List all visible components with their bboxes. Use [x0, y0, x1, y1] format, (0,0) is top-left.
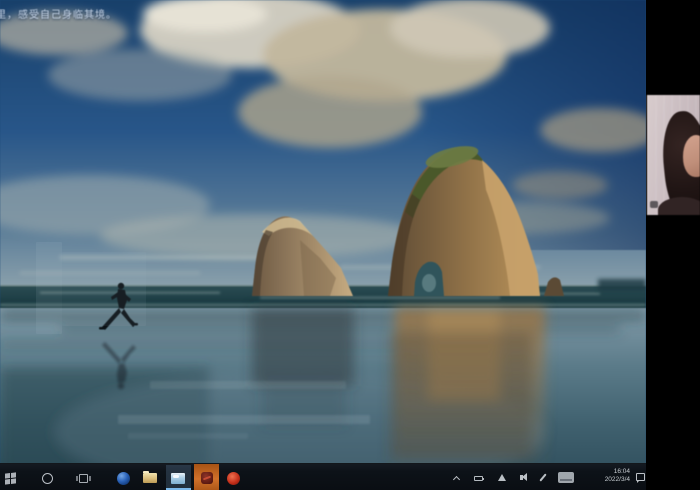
screen-capture: 里，感受自己身临其境。	[0, 0, 700, 490]
clock-time: 16:04	[590, 468, 630, 476]
mic-icon	[650, 201, 658, 208]
taskbar-photos-app[interactable]	[171, 471, 185, 485]
hidden-icons-chevron-icon[interactable]	[453, 476, 460, 483]
ghost-overlay	[62, 252, 146, 326]
taskbar: 16:04 2022/3/4	[0, 463, 646, 490]
network-icon[interactable]	[498, 474, 506, 481]
participant-face	[683, 135, 700, 177]
cortana-circle-icon	[42, 473, 53, 484]
shared-desktop: 里，感受自己身临其境。	[0, 0, 646, 490]
blue-app-icon	[117, 472, 130, 485]
ghost-overlay	[150, 381, 346, 389]
system-tray: 16:04 2022/3/4	[446, 464, 646, 490]
task-view-icon	[79, 474, 88, 483]
pen-icon[interactable]	[539, 473, 546, 481]
taskbar-media-app[interactable]	[226, 471, 240, 485]
participant-shoulder	[658, 197, 700, 215]
action-center-icon[interactable]	[636, 473, 645, 481]
taskbar-app-blue[interactable]	[116, 471, 130, 485]
battery-icon[interactable]	[474, 476, 483, 481]
ghost-overlay	[36, 242, 62, 334]
red-app-icon	[227, 472, 240, 485]
photo-thumbnail-icon	[171, 473, 185, 484]
maroon-app-icon	[201, 472, 213, 484]
task-view-button[interactable]	[76, 471, 90, 485]
volume-icon[interactable]	[520, 475, 523, 480]
windows-logo-icon	[5, 472, 16, 484]
start-button[interactable]	[3, 471, 17, 485]
ghost-overlay	[118, 415, 370, 424]
search-button[interactable]	[40, 471, 54, 485]
ghost-overlay	[128, 433, 248, 439]
taskbar-file-explorer[interactable]	[143, 471, 157, 485]
taskbar-clock[interactable]: 16:04 2022/3/4	[590, 468, 630, 484]
taskbar-meeting-app[interactable]	[200, 471, 214, 485]
spotlight-caption: 里，感受自己身临其境。	[0, 6, 176, 21]
folder-icon	[143, 473, 157, 483]
video-sidebar	[646, 0, 700, 490]
ime-keyboard-icon[interactable]	[558, 472, 574, 483]
clock-date: 2022/3/4	[590, 476, 630, 484]
participant-video-tile[interactable]	[647, 95, 700, 215]
